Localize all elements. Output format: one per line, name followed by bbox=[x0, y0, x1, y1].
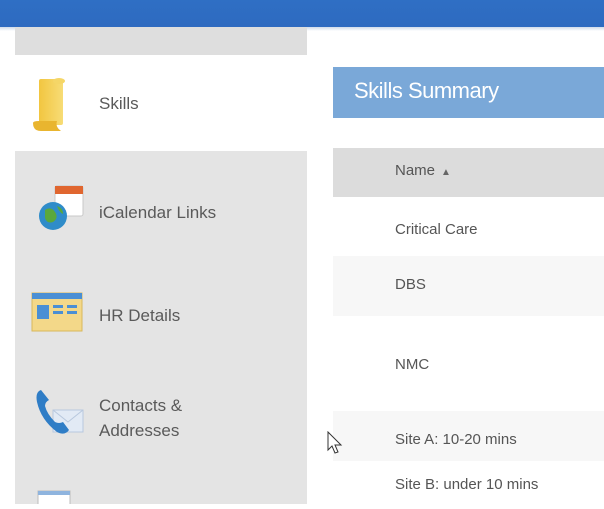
sidebar-header bbox=[15, 27, 307, 55]
sidebar-item-label: Contacts & bbox=[99, 396, 183, 415]
sidebar-item-hr-details[interactable]: HR Details bbox=[15, 264, 307, 360]
sidebar-item-contacts-addresses[interactable]: Contacts & Addresses bbox=[15, 364, 307, 460]
table-header-row: Name ▲ bbox=[333, 148, 604, 197]
name-column-header[interactable]: Name ▲ bbox=[395, 162, 451, 179]
phone-envelope-icon bbox=[35, 388, 89, 443]
sidebar-item-label: HR Details bbox=[99, 306, 181, 325]
table-row[interactable]: DBS bbox=[333, 256, 604, 316]
table-row[interactable]: NMC bbox=[333, 316, 604, 411]
sidebar: Skills iCalendar Links HR Details Contac… bbox=[15, 27, 307, 508]
table-row[interactable]: Site A: 10-20 mins bbox=[333, 411, 604, 461]
column-header-label: Name bbox=[395, 162, 436, 179]
skills-summary-header: Skills Summary bbox=[333, 67, 604, 118]
table-cell: NMC bbox=[395, 356, 430, 373]
table-cell: DBS bbox=[395, 276, 426, 293]
document-icon bbox=[37, 490, 71, 509]
sidebar-item-partial[interactable] bbox=[15, 464, 307, 508]
table-cell: Site A: 10-20 mins bbox=[395, 431, 517, 448]
calendar-globe-icon bbox=[37, 182, 89, 239]
table-cell: Site B: under 10 mins bbox=[395, 476, 539, 493]
sidebar-item-label-line2: Addresses bbox=[99, 421, 180, 440]
sidebar-item-icalendar-links[interactable]: iCalendar Links bbox=[15, 162, 307, 258]
scroll-icon bbox=[31, 77, 67, 138]
sidebar-item-skills[interactable]: Skills bbox=[15, 55, 307, 151]
sort-ascending-icon: ▲ bbox=[441, 167, 451, 178]
table-cell: Critical Care bbox=[395, 221, 478, 238]
table-row[interactable]: Critical Care bbox=[333, 198, 604, 256]
table-row[interactable]: Site B: under 10 mins bbox=[333, 461, 604, 504]
sidebar-item-label: iCalendar Links bbox=[99, 203, 217, 222]
id-card-icon bbox=[31, 290, 83, 339]
mouse-cursor-icon bbox=[327, 430, 343, 460]
section-title: Skills Summary bbox=[354, 78, 499, 103]
top-bar bbox=[0, 0, 604, 27]
sidebar-item-label: Skills bbox=[99, 94, 139, 113]
